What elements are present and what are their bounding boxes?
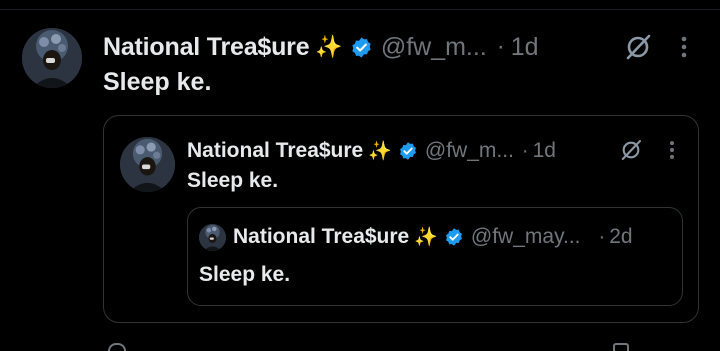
author-name[interactable]: National Trea$ure	[103, 33, 310, 62]
nested-quote-text: Sleep ke.	[199, 263, 291, 286]
more-options-icon	[670, 141, 674, 159]
divider	[0, 9, 720, 10]
more-options-button[interactable]	[674, 33, 694, 61]
share-icon[interactable]	[613, 343, 629, 351]
grok-icon	[626, 34, 651, 60]
verified-badge-icon	[445, 228, 462, 246]
quote-header: National Trea$ure ✨ @fw_m... · 1d	[187, 137, 556, 165]
more-options-icon	[681, 36, 687, 58]
nested-quote-card[interactable]	[187, 207, 683, 306]
sparkles-icon: ✨	[368, 141, 392, 162]
verified-badge-icon	[352, 36, 371, 58]
grok-button[interactable]	[622, 33, 654, 61]
avatar-icon	[120, 137, 175, 192]
author-handle[interactable]: @fw_m...	[381, 33, 487, 62]
quote-grok-button[interactable]	[618, 138, 644, 162]
nested-quote-author-handle[interactable]: @fw_may...	[471, 225, 581, 249]
quote-timestamp[interactable]: 1d	[533, 139, 556, 163]
verified-badge-icon	[399, 142, 416, 160]
avatar-icon	[199, 224, 226, 251]
quote-more-options-button[interactable]	[663, 138, 681, 162]
avatar[interactable]	[22, 28, 82, 88]
quote-author-name[interactable]: National Trea$ure	[187, 139, 363, 163]
grok-icon	[621, 140, 641, 160]
nested-quote-header: National Trea$ure ✨ @fw_may... · 2d	[233, 223, 633, 251]
timestamp[interactable]: 1d	[511, 33, 539, 62]
separator-dot: ·	[496, 33, 505, 60]
nested-quote-avatar[interactable]	[199, 224, 226, 251]
quote-text: Sleep ke.	[187, 169, 279, 192]
nested-quote-author-name[interactable]: National Trea$ure	[233, 225, 409, 249]
post-header: National Trea$ure ✨ @fw_m... · 1d	[103, 30, 539, 64]
reply-icon[interactable]	[108, 343, 126, 351]
sparkles-icon: ✨	[414, 227, 438, 248]
avatar-icon	[22, 28, 82, 88]
sparkles-icon: ✨	[315, 34, 343, 59]
separator-dot: ·	[521, 139, 529, 162]
quote-avatar[interactable]	[120, 137, 175, 192]
quote-author-handle[interactable]: @fw_m...	[425, 139, 514, 163]
nested-quote-timestamp[interactable]: 2d	[609, 225, 632, 249]
post-text: Sleep ke.	[103, 68, 212, 96]
separator-dot: ·	[598, 225, 606, 248]
